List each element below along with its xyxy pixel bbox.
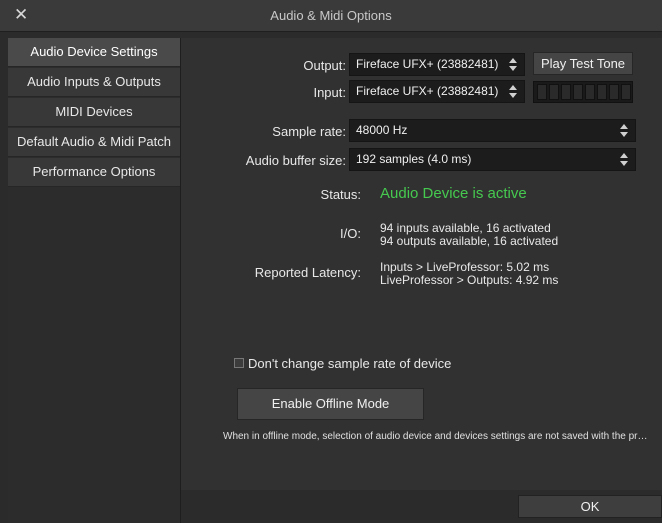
io-outputs-text: 94 outputs available, 16 activated <box>380 234 559 248</box>
latency-output-text: LiveProfessor > Outputs: 4.92 ms <box>380 273 559 287</box>
settings-panel: Output: Fireface UFX+ (23882481) Play Te… <box>181 38 662 490</box>
enable-offline-mode-button[interactable]: Enable Offline Mode <box>237 388 424 420</box>
sidebar-item-audio-inputs-outputs[interactable]: Audio Inputs & Outputs <box>8 68 180 97</box>
title-bar: ✕ Audio & Midi Options <box>0 0 662 32</box>
output-label: Output: <box>303 58 346 73</box>
sample-rate-select[interactable]: 48000 Hz <box>349 119 636 142</box>
status-value: Audio Device is active <box>380 185 527 202</box>
output-value: Fireface UFX+ (23882481) <box>356 57 499 71</box>
sidebar-item-audio-device-settings[interactable]: Audio Device Settings <box>8 38 180 67</box>
sample-rate-label: Sample rate: <box>272 124 346 139</box>
dont-change-rate-label[interactable]: Don't change sample rate of device <box>248 356 451 371</box>
input-select[interactable]: Fireface UFX+ (23882481) <box>349 80 525 103</box>
buffer-size-value: 192 samples (4.0 ms) <box>356 152 472 166</box>
output-select[interactable]: Fireface UFX+ (23882481) <box>349 53 525 76</box>
meter-cell <box>573 84 583 100</box>
sidebar: Audio Device Settings Audio Inputs & Out… <box>8 38 181 523</box>
meter-cell <box>597 84 607 100</box>
io-label: I/O: <box>340 226 361 241</box>
meter-cell <box>537 84 547 100</box>
sample-rate-value: 48000 Hz <box>356 123 408 137</box>
offline-mode-note: When in offline mode, selection of audio… <box>223 431 648 442</box>
select-arrows-icon <box>509 58 517 71</box>
window-title: Audio & Midi Options <box>270 8 392 23</box>
meter-cell <box>609 84 619 100</box>
input-level-meter <box>533 81 633 103</box>
meter-cell <box>621 84 631 100</box>
input-value: Fireface UFX+ (23882481) <box>356 84 499 98</box>
ok-button[interactable]: OK <box>518 495 662 518</box>
dont-change-rate-checkbox[interactable] <box>234 358 244 368</box>
meter-cell <box>561 84 571 100</box>
latency-label: Reported Latency: <box>254 265 361 280</box>
sidebar-item-midi-devices[interactable]: MIDI Devices <box>8 98 180 127</box>
buffer-size-label: Audio buffer size: <box>245 153 346 168</box>
sidebar-item-performance-options[interactable]: Performance Options <box>8 158 180 187</box>
play-test-tone-button[interactable]: Play Test Tone <box>533 52 633 75</box>
buffer-size-select[interactable]: 192 samples (4.0 ms) <box>349 148 636 171</box>
select-arrows-icon <box>509 85 517 98</box>
input-label: Input: <box>313 85 346 100</box>
sidebar-item-default-patch[interactable]: Default Audio & Midi Patch <box>8 128 180 157</box>
select-arrows-icon <box>620 124 628 137</box>
meter-cell <box>549 84 559 100</box>
select-arrows-icon <box>620 153 628 166</box>
io-info: 94 inputs available, 16 activated 94 out… <box>380 222 558 248</box>
status-label: Status: <box>320 187 361 202</box>
meter-cell <box>585 84 595 100</box>
latency-info: Inputs > LiveProfessor: 5.02 ms LiveProf… <box>380 261 558 287</box>
